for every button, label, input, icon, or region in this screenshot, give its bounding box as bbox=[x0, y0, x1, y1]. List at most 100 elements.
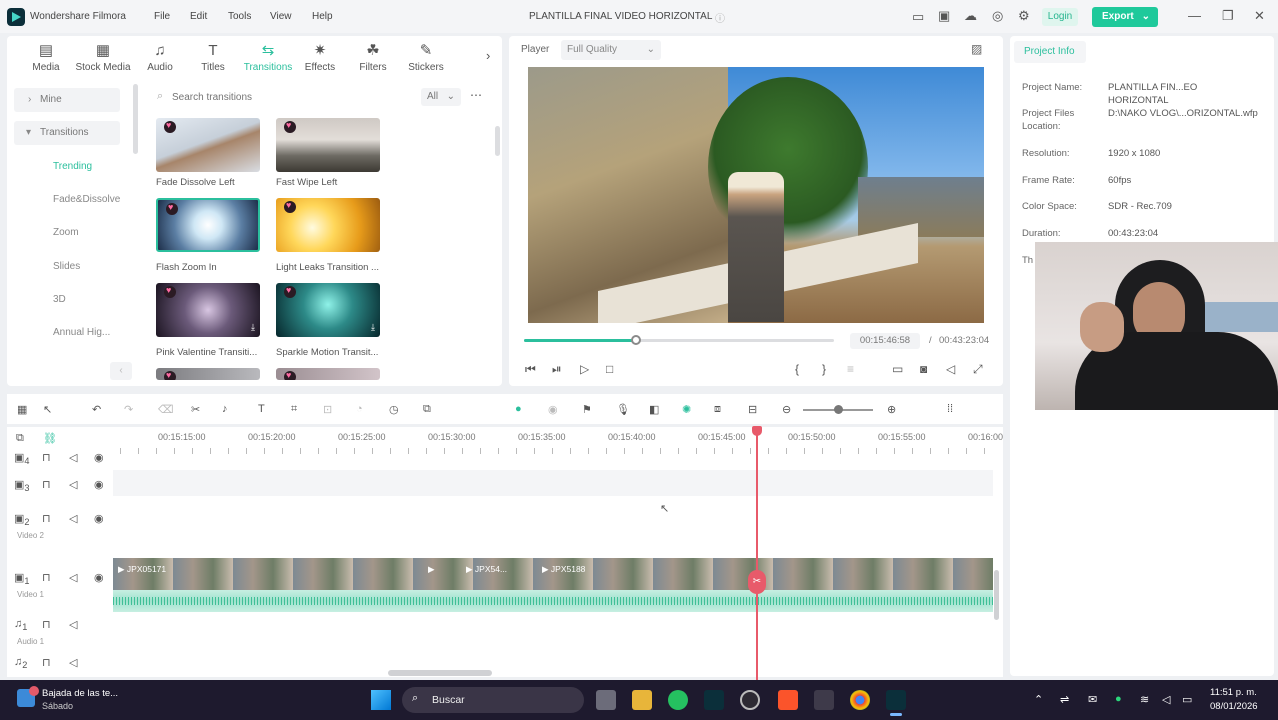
clock-date[interactable]: 08/01/2026 bbox=[1210, 701, 1258, 712]
wifi-icon[interactable]: ≋ bbox=[1140, 693, 1149, 706]
battery-icon[interactable]: ▭ bbox=[1182, 693, 1192, 706]
transition-thumb[interactable]: ⤓ bbox=[156, 283, 260, 337]
current-time[interactable]: 00:15:46:58 bbox=[850, 333, 920, 349]
notification-title[interactable]: Bajada de las te... bbox=[42, 688, 118, 699]
display-icon[interactable]: ▭ bbox=[892, 362, 903, 376]
horizontal-scrollbar[interactable] bbox=[388, 670, 492, 676]
color-icon[interactable]: ◔ bbox=[356, 403, 363, 415]
transform-icon[interactable]: ⊡ bbox=[323, 403, 332, 416]
marker-icon[interactable]: ⚑ bbox=[582, 403, 592, 416]
sidebar-item-fade-dissolve[interactable]: Fade&Dissolve bbox=[53, 189, 173, 211]
chevron-right-icon[interactable]: › bbox=[486, 48, 490, 63]
whatsapp-icon[interactable] bbox=[668, 690, 688, 710]
filmora-taskbar-icon[interactable] bbox=[704, 690, 724, 710]
app-icon[interactable] bbox=[740, 690, 760, 710]
tab-project-info[interactable]: Project Info bbox=[1014, 41, 1086, 63]
microphone-icon[interactable]: 🎙 bbox=[616, 403, 630, 416]
cloud-icon[interactable]: ☁ bbox=[964, 8, 977, 24]
brave-icon[interactable] bbox=[778, 690, 798, 710]
sidebar-item-zoom[interactable]: Zoom bbox=[53, 222, 173, 244]
transition-thumb-selected[interactable] bbox=[156, 198, 260, 252]
clip-label[interactable]: ▶ JPX05171 bbox=[118, 564, 166, 575]
export-button[interactable]: Export ⌄ bbox=[1092, 7, 1158, 27]
delete-icon[interactable]: ⌫ bbox=[158, 403, 174, 416]
sidebar-item-trending[interactable]: Trending bbox=[53, 156, 173, 178]
redo-icon[interactable]: ↷ bbox=[124, 403, 133, 416]
headset-icon[interactable]: ◎ bbox=[992, 8, 1003, 24]
video-preview[interactable] bbox=[528, 67, 984, 323]
grid-view-icon[interactable]: ⁞⁞ bbox=[947, 403, 953, 415]
sidebar-item-annual[interactable]: Annual Hig... bbox=[53, 322, 173, 344]
lock-icon[interactable]: ⊓ bbox=[42, 656, 51, 669]
menu-help[interactable]: Help bbox=[312, 11, 333, 22]
camera-icon[interactable]: ◙ bbox=[920, 362, 927, 376]
tool-filters[interactable]: ☘ Filters bbox=[348, 40, 398, 80]
task-view-icon[interactable] bbox=[596, 690, 616, 710]
info-circle-icon[interactable]: ⓘ bbox=[715, 10, 725, 25]
undo-icon[interactable]: ↶ bbox=[92, 403, 101, 416]
tool-effects[interactable]: ✷ Effects bbox=[295, 40, 345, 80]
fullscreen-icon[interactable]: ⤢ bbox=[973, 362, 983, 377]
close-icon[interactable]: ✕ bbox=[1254, 8, 1265, 24]
transition-thumb[interactable] bbox=[276, 198, 380, 252]
more-tools-icon[interactable]: ⧉ bbox=[423, 403, 431, 416]
minimize-icon[interactable]: — bbox=[1188, 8, 1201, 23]
clock-time[interactable]: 11:51 p. m. bbox=[1210, 687, 1257, 698]
stop-icon[interactable]: □ bbox=[606, 362, 613, 376]
save-icon[interactable]: ▣ bbox=[938, 8, 950, 24]
playhead[interactable] bbox=[756, 428, 758, 680]
filmora-active-icon[interactable] bbox=[886, 690, 906, 710]
track-row[interactable] bbox=[113, 470, 993, 496]
transition-thumb[interactable]: ⤓ bbox=[276, 283, 380, 337]
vertical-scrollbar[interactable] bbox=[994, 570, 999, 620]
render-preview-icon[interactable]: ≡ bbox=[847, 362, 854, 376]
volume-icon[interactable]: ◁ bbox=[946, 362, 955, 376]
taskbar-search[interactable]: ⌕ Buscar bbox=[402, 687, 584, 713]
transition-thumb[interactable] bbox=[276, 368, 380, 380]
magnet-icon[interactable]: ✺ bbox=[682, 403, 691, 416]
restore-icon[interactable]: ❐ bbox=[1222, 8, 1234, 24]
mark-out-icon[interactable]: } bbox=[822, 362, 826, 376]
transition-thumb[interactable] bbox=[156, 118, 260, 172]
mark-in-icon[interactable]: { bbox=[795, 362, 799, 376]
pip-icon[interactable]: ⧈ bbox=[714, 403, 721, 416]
eye-icon[interactable]: ◉ bbox=[94, 512, 104, 525]
menu-file[interactable]: File bbox=[154, 11, 170, 22]
auto-highlight-icon[interactable]: ◉ bbox=[548, 403, 558, 416]
file-explorer-icon[interactable] bbox=[632, 690, 652, 710]
tool-transitions[interactable]: ⇆ Transitions bbox=[241, 40, 295, 80]
mute-icon[interactable]: ◁ bbox=[69, 512, 77, 525]
menu-tools[interactable]: Tools bbox=[228, 11, 251, 22]
eye-icon[interactable]: ◉ bbox=[94, 571, 104, 584]
grid-scrollbar[interactable] bbox=[495, 126, 500, 156]
menu-edit[interactable]: Edit bbox=[190, 11, 207, 22]
sidebar-item-slides[interactable]: Slides bbox=[53, 256, 173, 278]
sidebar-item-3d[interactable]: 3D bbox=[53, 289, 173, 311]
lock-icon[interactable]: ⊓ bbox=[42, 512, 51, 525]
more-options-icon[interactable]: ⋯ bbox=[470, 88, 482, 102]
add-track-icon[interactable]: ⧉ bbox=[16, 432, 24, 445]
playhead-handle[interactable] bbox=[752, 426, 762, 436]
chrome-icon[interactable] bbox=[850, 690, 870, 710]
app-icon[interactable] bbox=[814, 690, 834, 710]
zoom-in-icon[interactable]: ⊕ bbox=[887, 403, 896, 416]
clip-label[interactable]: ▶ JPX54... bbox=[466, 564, 507, 575]
mute-icon[interactable]: ◁ bbox=[69, 571, 77, 584]
collapse-sidebar-icon[interactable]: ‹ bbox=[110, 362, 132, 380]
microphone-icon[interactable]: ● bbox=[1115, 693, 1122, 705]
mute-icon[interactable]: ◁ bbox=[69, 618, 77, 631]
speed-icon[interactable]: ◷ bbox=[389, 403, 399, 416]
notification-icon[interactable]: ⚙ bbox=[1018, 8, 1030, 24]
tool-titles[interactable]: T Titles bbox=[188, 40, 238, 80]
transition-thumb[interactable] bbox=[276, 118, 380, 172]
render-icon[interactable]: ● bbox=[515, 403, 522, 415]
tool-stock-media[interactable]: ▦ Stock Media bbox=[72, 40, 134, 80]
play-reverse-icon[interactable]: ⏯ bbox=[552, 362, 562, 377]
zoom-out-icon[interactable]: ⊖ bbox=[782, 403, 791, 416]
player-progress-track[interactable] bbox=[524, 339, 834, 342]
chevron-down-icon[interactable]: ⌄ bbox=[1142, 7, 1150, 27]
tool-media[interactable]: ▤ Media bbox=[21, 40, 71, 80]
play-icon[interactable]: ▶ bbox=[428, 564, 435, 575]
player-scrubber-handle[interactable] bbox=[630, 335, 641, 345]
mute-icon[interactable]: ◁ bbox=[69, 478, 77, 491]
